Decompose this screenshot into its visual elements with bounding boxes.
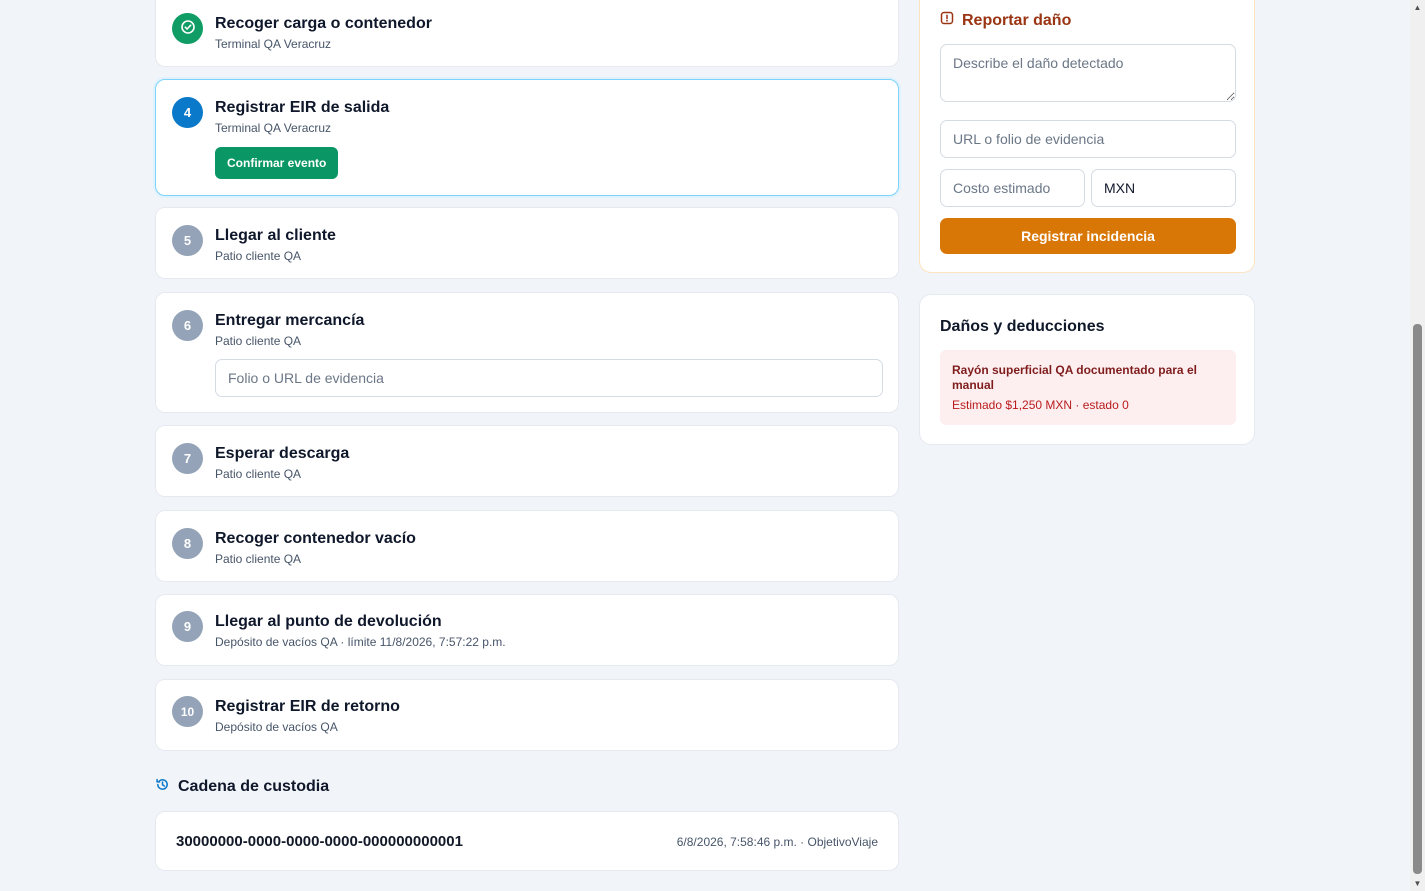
step-title: Entregar mercancía [215,312,365,329]
step-location: Patio cliente QA [215,334,302,348]
custody-entry: 30000000-0000-0000-0000-000000000001 6/8… [155,811,899,871]
damage-item: Rayón superficial QA documentado para el… [940,350,1236,425]
register-incident-button[interactable]: Registrar incidencia [940,218,1236,254]
step-status-badge [172,13,203,44]
confirm-event-button[interactable]: Confirmar evento [215,147,339,179]
step-location: Depósito de vacíos QA · límite 11/8/2026… [215,635,506,649]
custody-title: Cadena de custodia [178,778,330,795]
step-location: Terminal QA Veracruz [215,121,332,135]
custody-header: Cadena de custodia [155,777,329,797]
report-damage-title: Reportar daño [962,11,1072,29]
step-location: Terminal QA Veracruz [215,37,332,51]
check-circle-icon [180,19,196,38]
damage-meta: Estimado $1,250 MXN · estado 0 [952,398,1129,412]
step-title: Esperar descarga [215,445,350,462]
step-title: Llegar al punto de devolución [215,613,442,630]
step-title: Registrar EIR de salida [215,99,390,116]
history-icon [155,777,170,797]
currency-field[interactable] [1091,169,1236,207]
step-card-eir-exit: 4 Registrar EIR de salida Terminal QA Ve… [155,79,899,196]
step-card-wait-unload: 7 Esperar descarga Patio cliente QA [155,425,899,497]
vertical-scrollbar[interactable]: ▲ ▼ [1410,0,1425,891]
custody-entry-meta: 6/8/2026, 7:58:46 p.m. · ObjetivoViaje [676,835,878,849]
step-card-pickup-empty: 8 Recoger contenedor vacío Patio cliente… [155,510,899,582]
step-title: Recoger contenedor vacío [215,530,416,547]
step-card-pickup: Recoger carga o contenedor Terminal QA V… [155,0,899,67]
damages-panel: Daños y deducciones Rayón superficial QA… [919,294,1255,445]
report-damage-header: Reportar daño [940,11,1071,30]
step-title: Registrar EIR de retorno [215,698,400,715]
step-number-badge: 8 [172,528,203,559]
step-location: Patio cliente QA [215,467,302,481]
step-title: Llegar al cliente [215,227,336,244]
step-number-badge: 9 [172,611,203,642]
step-card-arrive-return: 9 Llegar al punto de devolución Depósito… [155,594,899,666]
step-card-arrive-client: 5 Llegar al cliente Patio cliente QA [155,207,899,279]
step-location: Depósito de vacíos QA [215,720,338,734]
step-location: Patio cliente QA [215,249,302,263]
step-number-badge: 6 [172,310,203,341]
step-title: Recoger carga o contenedor [215,15,432,32]
step-card-eir-return: 10 Registrar EIR de retorno Depósito de … [155,679,899,751]
evidence-input[interactable] [215,359,883,397]
step-number-badge: 10 [172,696,203,727]
step-number-badge: 7 [172,443,203,474]
step-location: Patio cliente QA [215,552,302,566]
step-card-deliver-goods: 6 Entregar mercancía Patio cliente QA [155,292,899,413]
alert-square-icon [940,11,954,30]
evidence-url-field[interactable] [940,120,1236,158]
scrollbar-thumb[interactable] [1413,324,1422,874]
custody-entry-id: 30000000-0000-0000-0000-000000000001 [176,833,463,850]
step-number-badge: 4 [172,97,203,128]
scroll-up-arrow-icon[interactable]: ▲ [1410,0,1425,15]
step-number-badge: 5 [172,225,203,256]
estimated-cost-field[interactable] [940,169,1085,207]
damage-description: Rayón superficial QA documentado para el… [952,363,1197,392]
damage-description-field[interactable] [940,44,1236,102]
damages-title: Daños y deducciones [940,318,1105,335]
scroll-down-arrow-icon[interactable]: ▼ [1410,876,1425,891]
report-damage-panel: Reportar daño Registrar incidencia [919,0,1255,273]
